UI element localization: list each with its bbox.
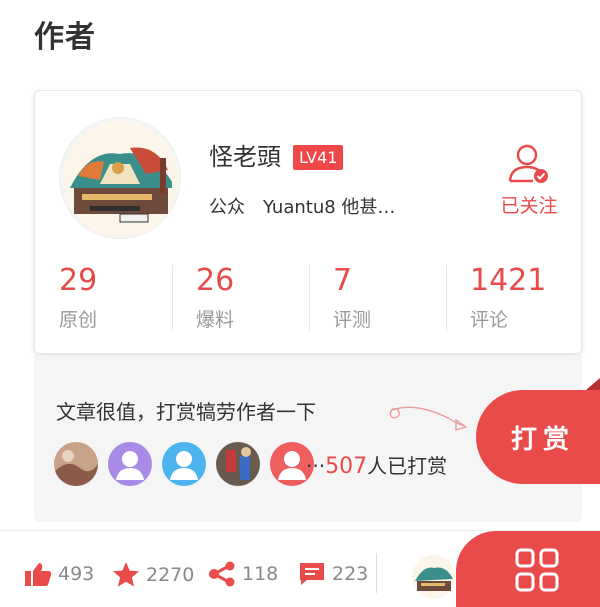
stat-value: 7 (333, 263, 353, 298)
stat-label: 爆料 (196, 309, 235, 331)
thumbs-up-icon (25, 563, 52, 586)
comment-count: 223 (332, 563, 369, 585)
donor-avatars (54, 442, 324, 486)
author-avatar[interactable] (59, 117, 181, 239)
stat-label: 评测 (333, 309, 372, 331)
grid-menu-icon (515, 548, 559, 591)
reward-button[interactable]: 打赏 (476, 378, 600, 484)
favorite-button[interactable]: 2270 (112, 561, 194, 588)
donor-count-suffix: 人已打赏 (367, 454, 448, 478)
author-bio: 公众 Yuantu8 他甚… (209, 197, 396, 218)
author-avatar-small[interactable] (412, 555, 456, 599)
favorite-count: 2270 (146, 563, 195, 586)
stat-label: 评论 (470, 309, 509, 331)
author-card: 怪老頭 LV41 公众 Yuantu8 他甚… 已关注 29 原创 26 爆料 … (34, 90, 582, 354)
stat-value: 26 (196, 263, 235, 298)
donor-avatar[interactable] (54, 442, 98, 486)
donor-avatar[interactable] (108, 442, 152, 486)
stat-value: 1421 (470, 263, 547, 298)
share-count: 118 (242, 563, 279, 585)
divider (376, 553, 377, 593)
more-menu-button[interactable] (456, 531, 600, 607)
arrow-icon (389, 406, 468, 431)
star-icon (113, 562, 139, 587)
donor-avatar[interactable] (216, 442, 260, 486)
donor-count-prefix: ··· (306, 454, 326, 478)
share-button[interactable]: 118 (208, 561, 278, 587)
donor-count[interactable]: ···507人已打赏 (306, 450, 447, 479)
section-title: 作者 (34, 20, 96, 55)
user-check-icon (508, 144, 548, 183)
stat-scoops[interactable]: 26 爆料 (172, 263, 309, 335)
like-count: 493 (58, 563, 95, 585)
share-icon (209, 561, 235, 587)
comment-button[interactable]: 223 (298, 561, 368, 587)
author-stats: 29 原创 26 爆料 7 评测 1421 评论 (35, 263, 583, 335)
donor-count-number: 507 (325, 454, 368, 479)
follow-button[interactable]: 已关注 (489, 143, 569, 223)
stat-original[interactable]: 29 原创 (35, 263, 172, 335)
stat-reviews[interactable]: 7 评测 (309, 263, 446, 335)
comment-icon (300, 563, 324, 585)
stat-value: 29 (59, 263, 98, 298)
stat-comments[interactable]: 1421 评论 (446, 263, 583, 335)
like-button[interactable]: 493 (24, 561, 94, 587)
bottom-action-bar: 493 2270 118 223 (0, 530, 600, 607)
author-name[interactable]: 怪老頭 (209, 137, 281, 172)
level-badge: LV41 (293, 145, 344, 170)
donor-avatar[interactable] (162, 442, 206, 486)
reward-prompt: 文章很值，打赏犒劳作者一下 (56, 400, 316, 424)
stat-label: 原创 (59, 309, 98, 331)
follow-label: 已关注 (500, 195, 558, 217)
